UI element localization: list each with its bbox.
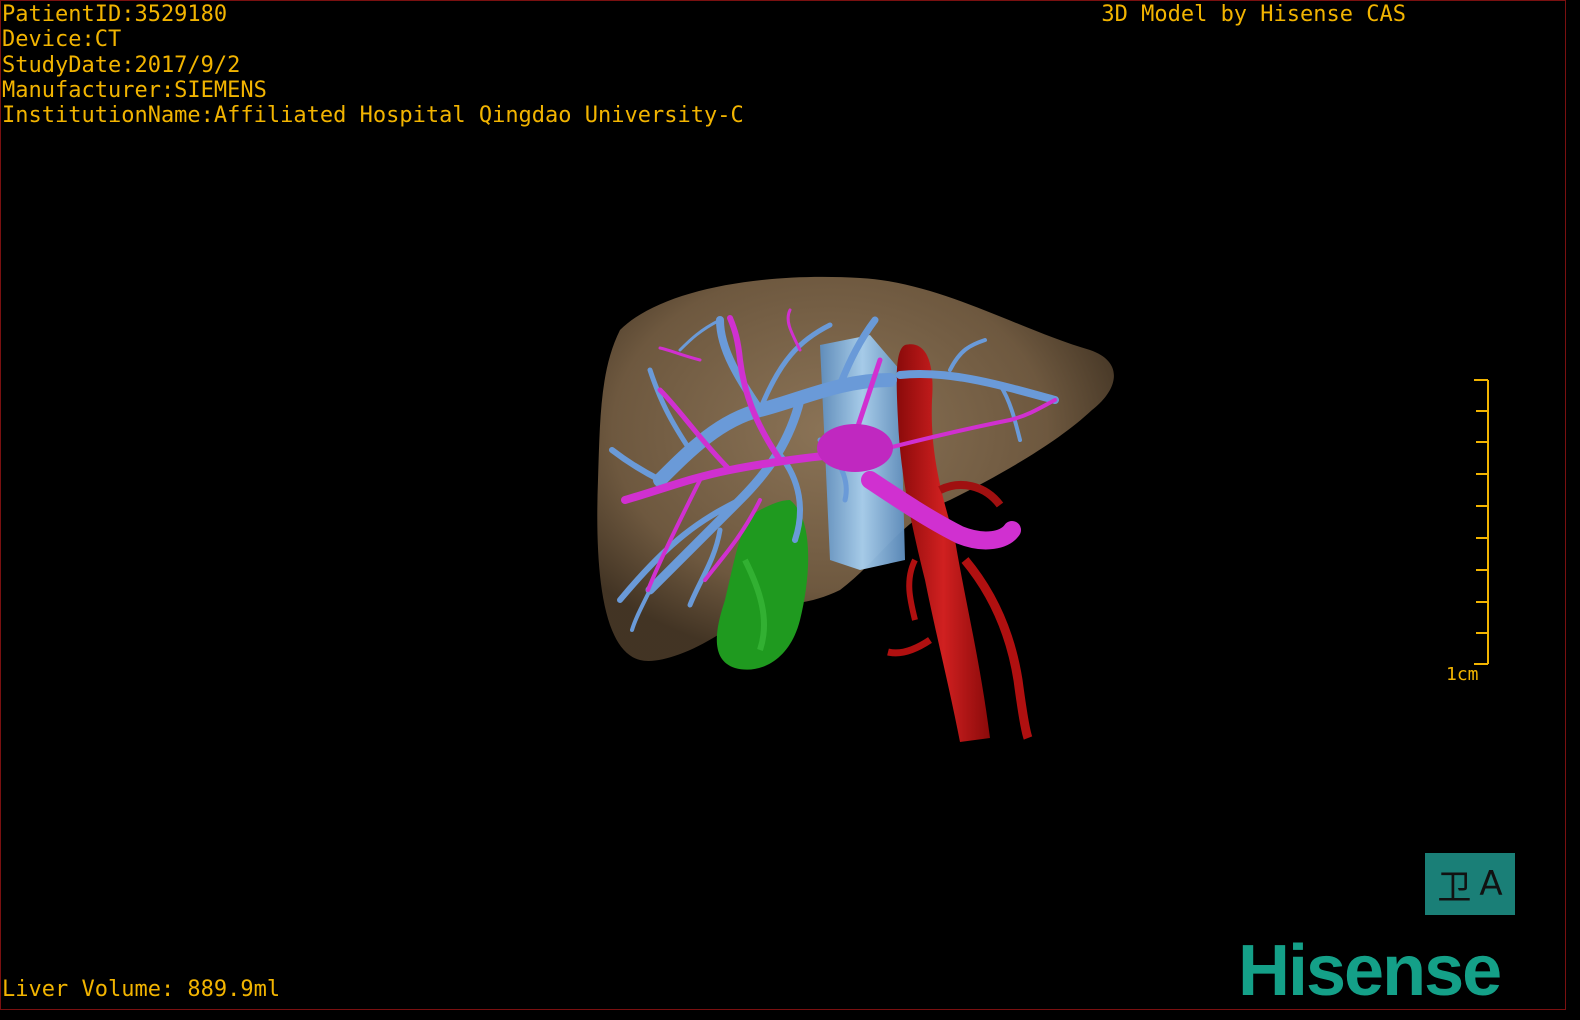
liver-volume: Liver Volume: 889.9ml bbox=[2, 977, 281, 1002]
scale-label: 1cm bbox=[1446, 664, 1479, 685]
orientation-glyph-left: 卫 bbox=[1437, 867, 1472, 908]
scale-bar bbox=[1474, 379, 1489, 665]
view-orientation-button[interactable]: 卫 A bbox=[1425, 853, 1515, 915]
hisense-logo: Hisense bbox=[1238, 931, 1502, 1011]
orientation-glyph-right: A bbox=[1479, 864, 1503, 904]
liver-3d-model[interactable] bbox=[0, 0, 1580, 1020]
